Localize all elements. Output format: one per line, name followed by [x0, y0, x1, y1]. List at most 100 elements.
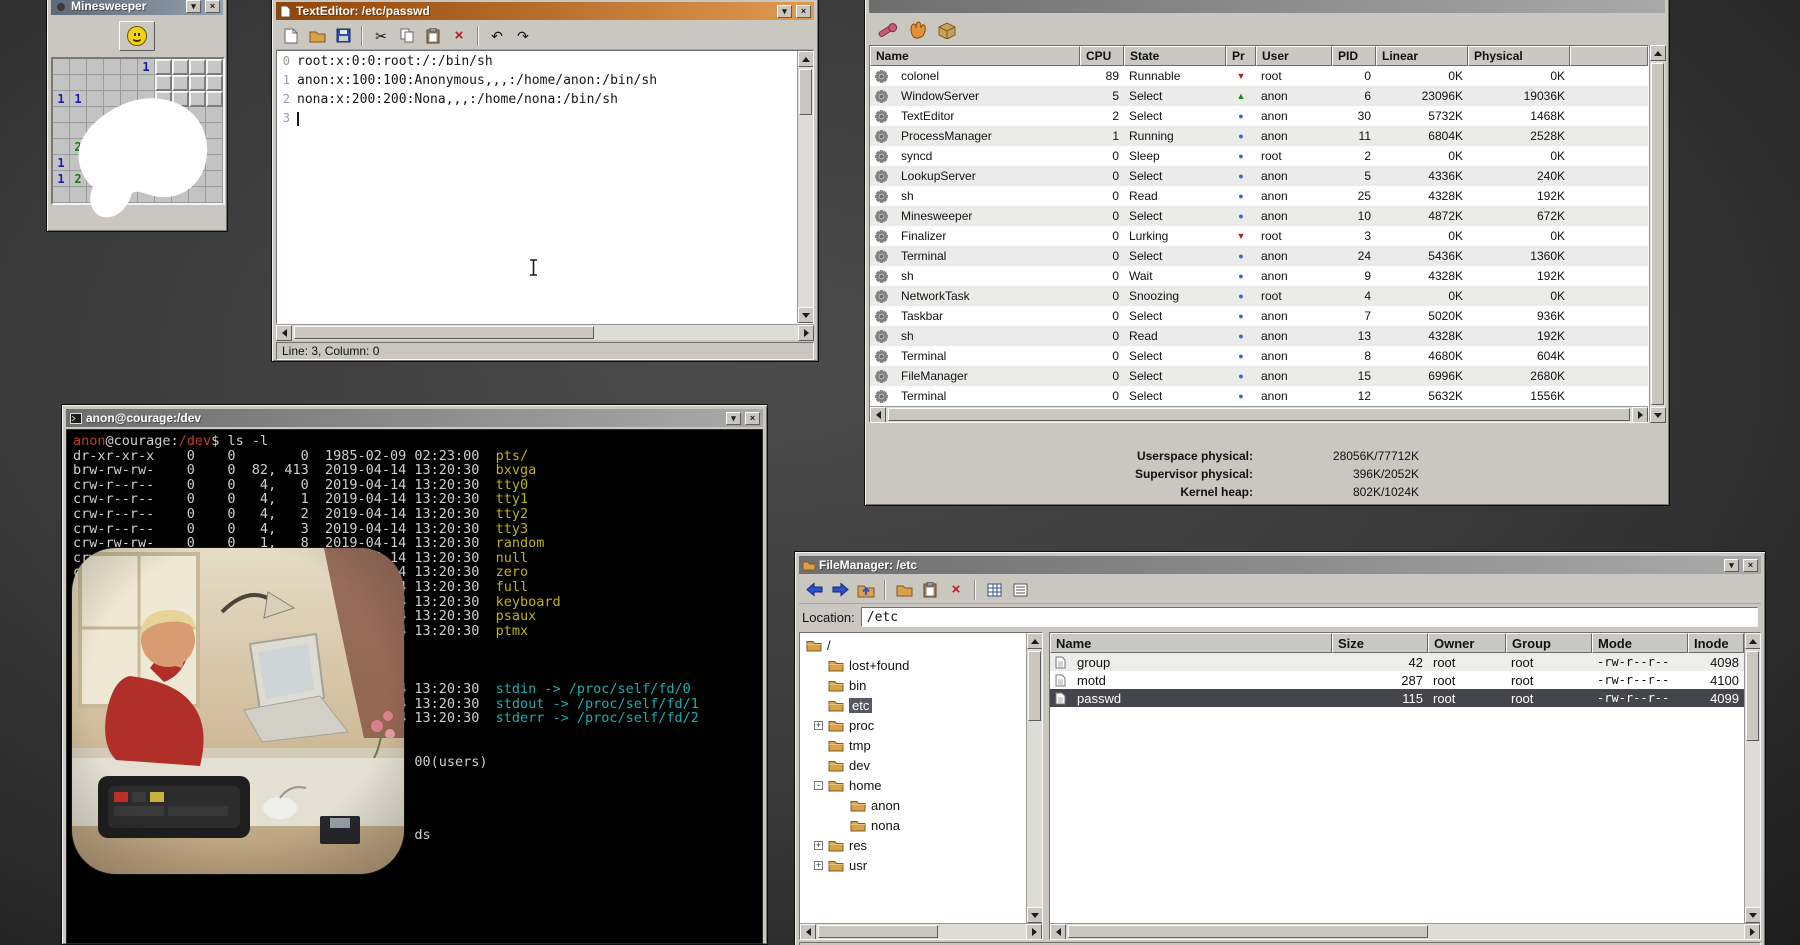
scroll-right-button[interactable] — [798, 325, 814, 341]
mine-cell-revealed[interactable] — [104, 59, 121, 75]
mine-cell-revealed[interactable]: 1 — [53, 171, 70, 187]
scroll-right-button[interactable] — [1026, 924, 1042, 940]
minimize-button[interactable]: ▾ — [1724, 559, 1739, 572]
tree-expander[interactable]: + — [814, 841, 823, 850]
editor-line[interactable]: 2nona:x:200:200:Nona,,,:/home/nona:/bin/… — [277, 90, 797, 109]
scroll-down-button[interactable] — [798, 307, 813, 323]
file-manager-titlebar[interactable]: FileManager: /etc ▾ × — [799, 556, 1761, 574]
new-directory-icon[interactable] — [892, 578, 916, 602]
scrollbar-thumb[interactable] — [1651, 63, 1664, 405]
table-view-icon[interactable] — [982, 578, 1006, 602]
file-column-name[interactable]: Name — [1050, 633, 1332, 653]
scrollbar-thumb[interactable] — [799, 69, 812, 115]
process-row[interactable]: ProcessManager1Running●anon116804K2528K — [870, 126, 1648, 146]
tree-item-etc[interactable]: etc — [800, 695, 1026, 715]
tree-item-bin[interactable]: bin — [800, 675, 1026, 695]
editor-line[interactable]: 3 — [277, 109, 797, 128]
close-button[interactable]: × — [796, 5, 811, 18]
mine-cell-revealed[interactable] — [104, 75, 121, 91]
mine-cell-hidden[interactable] — [172, 75, 189, 91]
process-horizontal-scrollbar[interactable] — [870, 406, 1648, 422]
file-vertical-scrollbar[interactable] — [1744, 633, 1760, 923]
process-row[interactable]: Taskbar0Select●anon75020K936K — [870, 306, 1648, 326]
scroll-down-button[interactable] — [1650, 407, 1666, 423]
scrollbar-thumb[interactable] — [818, 925, 938, 938]
paste-icon[interactable] — [421, 24, 445, 48]
process-row[interactable]: Minesweeper0Select●anon104872K672K — [870, 206, 1648, 226]
forward-icon[interactable] — [828, 578, 852, 602]
file-horizontal-scrollbar[interactable] — [1050, 923, 1760, 939]
cut-icon[interactable]: ✂ — [369, 24, 393, 48]
tree-expander[interactable]: + — [814, 861, 823, 870]
column-header-physical[interactable]: Physical — [1468, 46, 1570, 66]
texteditor-titlebar[interactable]: TextEditor: /etc/passwd ▾ × — [276, 2, 814, 20]
editor-lines[interactable]: 0root:x:0:0:root:/:/bin/sh1anon:x:100:10… — [277, 51, 797, 323]
hand-icon[interactable] — [905, 18, 929, 42]
column-header-linear[interactable]: Linear — [1376, 46, 1468, 66]
minimize-button[interactable]: ▾ — [186, 0, 201, 13]
tree-item-[interactable]: / — [800, 635, 1026, 655]
copy-icon[interactable] — [395, 24, 419, 48]
scrollbar-thumb[interactable] — [1746, 651, 1759, 741]
mine-cell-revealed[interactable]: 1 — [138, 59, 155, 75]
mine-cell-revealed[interactable] — [53, 75, 70, 91]
scroll-up-button[interactable] — [1650, 45, 1666, 61]
tree-item-nona[interactable]: nona — [800, 815, 1026, 835]
file-column-size[interactable]: Size — [1332, 633, 1428, 653]
mine-cell-hidden[interactable] — [206, 75, 223, 91]
close-button[interactable]: × — [205, 0, 220, 13]
file-row-group[interactable]: group42rootroot-rw-r--r--4098 — [1050, 653, 1744, 671]
mine-cell-revealed[interactable] — [70, 75, 87, 91]
mine-cell-revealed[interactable] — [53, 123, 70, 139]
minimize-button[interactable]: ▾ — [726, 412, 741, 425]
undo-icon[interactable]: ↶ — [485, 24, 509, 48]
scrollbar-thumb[interactable] — [294, 326, 594, 339]
scroll-down-button[interactable] — [1027, 907, 1042, 923]
location-input[interactable] — [861, 607, 1758, 627]
process-row[interactable]: sh0Wait●anon94328K192K — [870, 266, 1648, 286]
tree-item-usr[interactable]: +usr — [800, 855, 1026, 875]
pipe-icon[interactable] — [875, 18, 899, 42]
process-manager-titlebar[interactable] — [869, 0, 1665, 13]
mine-cell-revealed[interactable] — [53, 187, 70, 203]
process-row[interactable]: TextEditor2Select●anon305732K1468K — [870, 106, 1648, 126]
process-vertical-scrollbar[interactable] — [1649, 45, 1665, 423]
minimize-button[interactable]: ▾ — [777, 5, 792, 18]
editor-area[interactable]: 0root:x:0:0:root:/:/bin/sh1anon:x:100:10… — [276, 50, 814, 324]
mine-cell-revealed[interactable] — [53, 107, 70, 123]
process-row[interactable]: Finalizer0Lurking▼root30K0K — [870, 226, 1648, 246]
tree-item-home[interactable]: -home — [800, 775, 1026, 795]
mine-cell-revealed[interactable]: 1 — [53, 91, 70, 107]
save-icon[interactable] — [331, 24, 355, 48]
scroll-down-button[interactable] — [1745, 907, 1760, 923]
scrollbar-thumb[interactable] — [888, 408, 1630, 421]
mine-cell-hidden[interactable] — [155, 59, 172, 75]
scroll-left-button[interactable] — [276, 325, 292, 341]
paste-icon[interactable] — [918, 578, 942, 602]
process-row[interactable]: FileManager0Select●anon156996K2680K — [870, 366, 1648, 386]
mine-cell-revealed[interactable] — [87, 59, 104, 75]
scroll-up-button[interactable] — [798, 51, 813, 67]
scrollbar-thumb[interactable] — [1068, 925, 1428, 938]
process-row[interactable]: sh0Read●anon254328K192K — [870, 186, 1648, 206]
mine-cell-revealed[interactable]: 1 — [53, 155, 70, 171]
scroll-left-button[interactable] — [1050, 924, 1066, 940]
terminal-titlebar[interactable]: anon@courage:/dev ▾ × — [66, 409, 763, 427]
open-folder-icon[interactable] — [305, 24, 329, 48]
process-row[interactable]: Terminal0Select●anon245436K1360K — [870, 246, 1648, 266]
close-button[interactable]: × — [745, 412, 760, 425]
tree-vertical-scrollbar[interactable] — [1026, 633, 1042, 923]
mine-cell-revealed[interactable] — [121, 75, 138, 91]
scroll-left-button[interactable] — [800, 924, 816, 940]
process-row[interactable]: WindowServer5Select▲anon623096K19036K — [870, 86, 1648, 106]
mine-cell-revealed[interactable] — [70, 59, 87, 75]
tree-expander[interactable]: + — [814, 721, 823, 730]
editor-line[interactable]: 0root:x:0:0:root:/:/bin/sh — [277, 52, 797, 71]
scroll-up-button[interactable] — [1745, 633, 1760, 649]
mine-cell-revealed[interactable] — [138, 75, 155, 91]
close-button[interactable]: × — [1743, 559, 1758, 572]
mine-cell-revealed[interactable] — [121, 59, 138, 75]
new-file-icon[interactable] — [279, 24, 303, 48]
mine-cell-hidden[interactable] — [155, 75, 172, 91]
delete-icon[interactable]: × — [944, 578, 968, 602]
